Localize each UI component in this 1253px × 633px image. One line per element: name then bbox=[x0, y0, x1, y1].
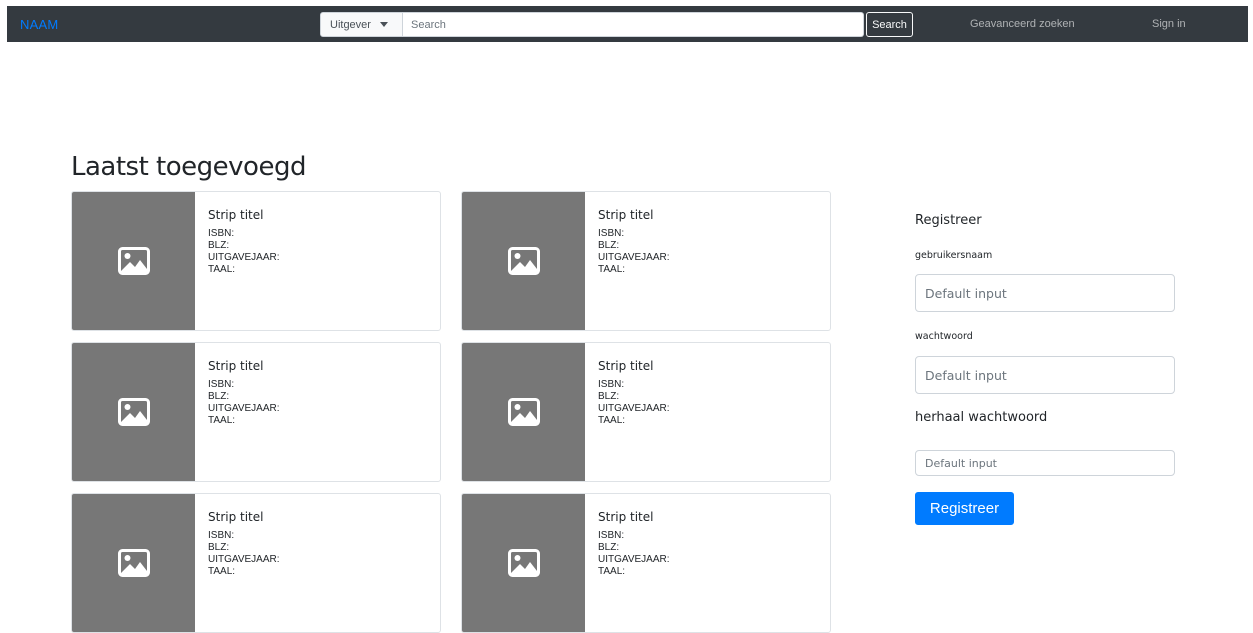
card-image bbox=[72, 494, 195, 632]
card-year: UITGAVEJAAR: bbox=[598, 554, 670, 565]
comic-card[interactable]: Strip titel ISBN: BLZ: UITGAVEJAAR: TAAL… bbox=[71, 342, 441, 482]
card-language: TAAL: bbox=[598, 415, 626, 426]
card-title: Strip titel bbox=[208, 510, 264, 524]
navbar: NAAM Uitgever Search Geavanceerd zoeken … bbox=[7, 6, 1248, 42]
advanced-search-link[interactable]: Geavanceerd zoeken bbox=[970, 18, 1075, 30]
card-language: TAAL: bbox=[598, 566, 626, 577]
comic-card[interactable]: Strip titel ISBN: BLZ: UITGAVEJAAR: TAAL… bbox=[461, 342, 831, 482]
card-blz: BLZ: bbox=[598, 240, 620, 251]
sign-in-link[interactable]: Sign in bbox=[1152, 18, 1186, 30]
repeat-password-input[interactable] bbox=[915, 450, 1175, 476]
register-button[interactable]: Registreer bbox=[915, 492, 1014, 525]
card-title: Strip titel bbox=[598, 359, 654, 373]
card-title: Strip titel bbox=[598, 208, 654, 222]
username-input[interactable] bbox=[915, 274, 1175, 312]
register-heading: Registreer bbox=[915, 213, 982, 228]
card-year: UITGAVEJAAR: bbox=[598, 252, 670, 263]
card-year: UITGAVEJAAR: bbox=[208, 403, 280, 414]
card-isbn: ISBN: bbox=[598, 228, 625, 239]
card-language: TAAL: bbox=[208, 415, 236, 426]
card-image bbox=[72, 343, 195, 481]
card-language: TAAL: bbox=[598, 264, 626, 275]
password-label: wachtwoord bbox=[915, 331, 973, 342]
publisher-filter-dropdown[interactable]: Uitgever bbox=[320, 12, 403, 37]
card-title: Strip titel bbox=[598, 510, 654, 524]
image-icon bbox=[117, 398, 150, 426]
card-blz: BLZ: bbox=[208, 240, 230, 251]
image-icon bbox=[507, 549, 540, 577]
card-language: TAAL: bbox=[208, 264, 236, 275]
search-button[interactable]: Search bbox=[866, 12, 913, 37]
card-image bbox=[462, 494, 585, 632]
publisher-filter-label: Uitgever bbox=[330, 18, 371, 31]
comic-card[interactable]: Strip titel ISBN: BLZ: UITGAVEJAAR: TAAL… bbox=[71, 191, 441, 331]
image-icon bbox=[507, 398, 540, 426]
card-year: UITGAVEJAAR: bbox=[208, 252, 280, 263]
image-icon bbox=[507, 247, 540, 275]
comic-card[interactable]: Strip titel ISBN: BLZ: UITGAVEJAAR: TAAL… bbox=[71, 493, 441, 633]
repeat-password-label: herhaal wachtwoord bbox=[915, 410, 1048, 425]
card-blz: BLZ: bbox=[598, 542, 620, 553]
card-isbn: ISBN: bbox=[208, 228, 235, 239]
card-year: UITGAVEJAAR: bbox=[598, 403, 670, 414]
card-isbn: ISBN: bbox=[598, 530, 625, 541]
password-input[interactable] bbox=[915, 356, 1175, 394]
card-blz: BLZ: bbox=[208, 391, 230, 402]
card-isbn: ISBN: bbox=[598, 379, 625, 390]
brand-link[interactable]: NAAM bbox=[20, 17, 58, 32]
card-isbn: ISBN: bbox=[208, 379, 235, 390]
search-input[interactable] bbox=[403, 12, 864, 37]
card-image bbox=[462, 343, 585, 481]
card-isbn: ISBN: bbox=[208, 530, 235, 541]
card-blz: BLZ: bbox=[598, 391, 620, 402]
card-title: Strip titel bbox=[208, 359, 264, 373]
card-image bbox=[462, 192, 585, 330]
card-year: UITGAVEJAAR: bbox=[208, 554, 280, 565]
section-title: Laatst toegevoegd bbox=[71, 152, 306, 182]
card-image bbox=[72, 192, 195, 330]
card-blz: BLZ: bbox=[208, 542, 230, 553]
comic-card[interactable]: Strip titel ISBN: BLZ: UITGAVEJAAR: TAAL… bbox=[461, 493, 831, 633]
comic-card[interactable]: Strip titel ISBN: BLZ: UITGAVEJAAR: TAAL… bbox=[461, 191, 831, 331]
card-language: TAAL: bbox=[208, 566, 236, 577]
caret-down-icon bbox=[379, 22, 388, 27]
image-icon bbox=[117, 549, 150, 577]
card-title: Strip titel bbox=[208, 208, 264, 222]
image-icon bbox=[117, 247, 150, 275]
username-label: gebruikersnaam bbox=[915, 250, 993, 261]
